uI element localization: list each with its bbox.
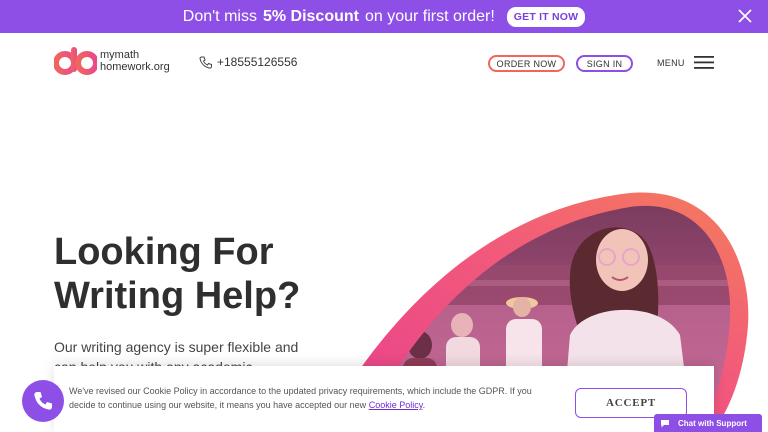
phone-icon [34,392,52,410]
logo[interactable]: mymath homework.org [54,46,170,76]
cookie-policy-link[interactable]: Cookie Policy [369,400,423,410]
get-it-now-button[interactable]: GET IT NOW [506,6,586,27]
promo-text: Don't miss 5% Discount on your first order… [183,8,495,26]
chat-bubble-icon [661,419,669,427]
phone-number: +18555126556 [217,55,298,69]
cookie-text-pre: We've revised our Cookie Policy in accor… [69,386,532,410]
promo-highlight: 5% Discount [262,7,359,25]
hero-title-line2: Writing Help? [54,275,301,317]
hamburger-menu-icon[interactable] [694,56,714,69]
cookie-banner: We've revised our Cookie Policy in accor… [54,366,714,432]
site-header: mymath homework.org +18555126556 ORDER N… [0,33,768,91]
hero-title-line1: Looking For [54,231,274,273]
menu-label[interactable]: MENU [657,58,685,68]
cookie-message: We've revised our Cookie Policy in accor… [69,384,544,412]
logo-text: mymath homework.org [100,49,170,73]
hero-title: Looking For Writing Help? [54,230,300,318]
order-now-button[interactable]: ORDER NOW [488,55,565,72]
chat-label: Chat with Support [678,418,747,428]
chat-support-widget[interactable]: Chat with Support [654,414,762,432]
promo-bar: Don't miss 5% Discount on your first order… [0,0,768,33]
logo-line1: mymath [100,49,140,61]
phone-icon [199,56,212,69]
promo-tail: on your first order! [364,7,495,25]
sign-in-button[interactable]: SIGN IN [576,55,633,72]
logo-mark-icon [54,47,97,75]
phone-link[interactable]: +18555126556 [199,55,297,69]
close-icon[interactable] [738,9,752,23]
promo-lead: Don't miss [182,7,257,25]
logo-line2: homework.org [100,61,170,73]
call-button[interactable] [22,380,64,422]
cookie-text-post: . [422,400,426,410]
